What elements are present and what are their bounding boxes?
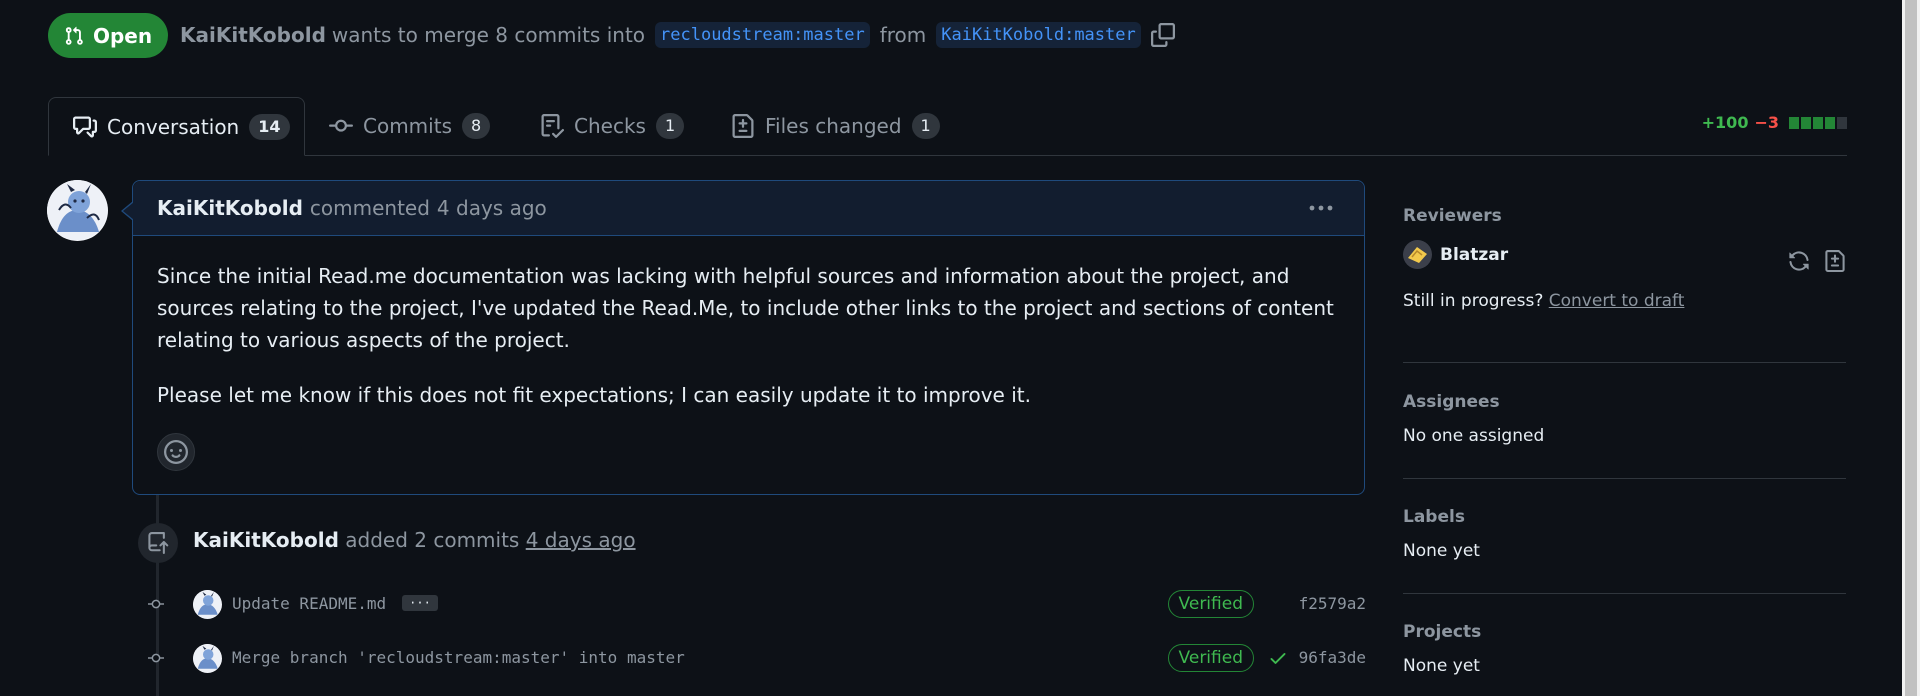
comment-discussion-icon bbox=[73, 115, 97, 139]
scrollbar-thumb[interactable] bbox=[1905, 0, 1917, 696]
tab-commits[interactable]: Commits 8 bbox=[329, 97, 491, 155]
commit-row: Merge branch 'recloudstream:master' into… bbox=[140, 638, 1366, 678]
comment-body: Since the initial Read.me documentation … bbox=[133, 236, 1364, 411]
head-branch[interactable]: KaiKitKobold:master bbox=[936, 22, 1141, 48]
reviewers-title[interactable]: Reviewers bbox=[1403, 206, 1846, 226]
repo-push-icon bbox=[138, 523, 178, 563]
tab-checks-count: 1 bbox=[655, 113, 685, 139]
draft-prompt-text: Still in progress? bbox=[1403, 291, 1544, 311]
tab-commits-count: 8 bbox=[461, 113, 491, 139]
verified-badge[interactable]: Verified bbox=[1167, 590, 1254, 618]
reviewer-item: Blatzar bbox=[1403, 240, 1846, 269]
event-author-link[interactable]: KaiKitKobold bbox=[193, 528, 339, 552]
diffstat-blocks bbox=[1789, 116, 1847, 129]
timeline-event: KaiKitKobold added 2 commits 4 days ago bbox=[193, 528, 636, 552]
comment-author-link[interactable]: KaiKitKobold bbox=[157, 196, 303, 220]
kebab-horizontal-icon[interactable] bbox=[1308, 197, 1334, 219]
file-diff-icon bbox=[731, 114, 755, 138]
checklist-icon bbox=[540, 114, 564, 138]
pr-from-text: from bbox=[879, 23, 927, 47]
comment-paragraph: Since the initial Read.me documentation … bbox=[157, 264, 1334, 352]
tab-files-changed[interactable]: Files changed 1 bbox=[731, 97, 940, 155]
check-icon[interactable] bbox=[1268, 648, 1288, 668]
sidebar-reviewers: Reviewers Blatzar Still in progress? Con… bbox=[1403, 206, 1846, 311]
verified-badge[interactable]: Verified bbox=[1167, 644, 1254, 672]
comment-action: commented bbox=[309, 196, 430, 220]
event-action: added 2 commits bbox=[345, 528, 520, 552]
commit-sha-link[interactable]: f2579a2 bbox=[1299, 594, 1366, 613]
pr-merge-text: wants to merge 8 commits into bbox=[331, 23, 646, 47]
reviewer-avatar[interactable] bbox=[1403, 240, 1432, 269]
assignees-title[interactable]: Assignees bbox=[1403, 392, 1846, 412]
sidebar-projects: Projects None yet bbox=[1403, 622, 1846, 676]
copy-icon[interactable] bbox=[1150, 23, 1175, 47]
comment-header: KaiKitKobold commented 4 days ago bbox=[133, 181, 1364, 236]
comment-paragraph: Please let me know if this does not fit … bbox=[157, 383, 1031, 407]
commit-message-link[interactable]: Merge branch 'recloudstream:master' into… bbox=[232, 648, 685, 667]
commit-expand-button[interactable]: ··· bbox=[402, 595, 438, 611]
labels-value: None yet bbox=[1403, 541, 1480, 561]
diffstat-block bbox=[1825, 116, 1835, 129]
sidebar-divider bbox=[1403, 593, 1846, 594]
diffstat-block bbox=[1789, 116, 1799, 129]
git-pull-request-icon bbox=[64, 26, 84, 46]
avatar[interactable] bbox=[47, 180, 108, 241]
pr-meta: KaiKitKobold wants to merge 8 commits in… bbox=[180, 14, 1175, 56]
tab-files-changed-count: 1 bbox=[911, 113, 940, 139]
sidebar-labels: Labels None yet bbox=[1403, 507, 1846, 561]
pr-state-label: Open bbox=[92, 23, 153, 48]
smiley-icon[interactable] bbox=[157, 433, 195, 471]
diffstat-block bbox=[1837, 116, 1847, 129]
sidebar-divider bbox=[1403, 478, 1846, 479]
reviewer-actions bbox=[1788, 250, 1846, 272]
tab-conversation[interactable]: Conversation 14 bbox=[48, 97, 305, 156]
commit-author-avatar[interactable] bbox=[193, 644, 222, 673]
labels-title[interactable]: Labels bbox=[1403, 507, 1846, 527]
tabs-divider bbox=[48, 155, 1847, 156]
pr-state-badge: Open bbox=[48, 13, 168, 58]
projects-value: None yet bbox=[1403, 656, 1480, 676]
sidebar-divider bbox=[1403, 362, 1846, 363]
commit-message: Update README.md ··· bbox=[232, 594, 438, 613]
pr-description-comment: KaiKitKobold commented 4 days ago Since … bbox=[121, 180, 1365, 495]
git-commit-icon bbox=[148, 650, 164, 666]
file-diff-icon[interactable] bbox=[1824, 250, 1846, 272]
git-commit-icon bbox=[148, 596, 164, 612]
commit-sha-link[interactable]: 96fa3de bbox=[1299, 648, 1366, 667]
tab-files-changed-label: Files changed bbox=[765, 114, 902, 138]
tab-checks[interactable]: Checks 1 bbox=[540, 97, 685, 155]
projects-title[interactable]: Projects bbox=[1403, 622, 1846, 642]
tab-conversation-label: Conversation bbox=[107, 114, 240, 139]
diffstat-block bbox=[1813, 116, 1823, 129]
sidebar-assignees: Assignees No one assigned bbox=[1403, 392, 1846, 446]
event-timestamp[interactable]: 4 days ago bbox=[526, 528, 636, 552]
reviewer-name[interactable]: Blatzar bbox=[1440, 245, 1508, 265]
convert-to-draft-link[interactable]: Convert to draft bbox=[1549, 291, 1685, 311]
draft-prompt: Still in progress? Convert to draft bbox=[1403, 291, 1846, 311]
commit-row: Update README.md ··· Verified f2579a2 bbox=[140, 584, 1366, 624]
diffstat-block bbox=[1801, 116, 1811, 129]
comment-timestamp[interactable]: 4 days ago bbox=[437, 196, 547, 220]
tab-checks-label: Checks bbox=[574, 114, 646, 138]
assignees-value: No one assigned bbox=[1403, 426, 1545, 446]
base-branch[interactable]: recloudstream:master bbox=[655, 22, 870, 48]
diffstat-additions: +100 bbox=[1701, 113, 1749, 132]
diffstat-deletions: −3 bbox=[1754, 113, 1779, 132]
pr-tabs: Conversation 14 Commits 8 Checks 1 Files… bbox=[48, 97, 1847, 156]
sync-icon[interactable] bbox=[1788, 250, 1810, 272]
commit-author-avatar[interactable] bbox=[193, 590, 222, 619]
pr-author-link[interactable]: KaiKitKobold bbox=[180, 23, 326, 47]
comment-caret-inner bbox=[123, 202, 134, 220]
commit-message-link[interactable]: Update README.md bbox=[232, 594, 386, 613]
tab-conversation-count: 14 bbox=[249, 113, 290, 140]
diffstat: +100 −3 bbox=[1702, 113, 1847, 132]
git-commit-icon bbox=[329, 114, 353, 138]
tab-commits-label: Commits bbox=[363, 114, 452, 138]
page-scrollbar[interactable] bbox=[1902, 0, 1920, 696]
